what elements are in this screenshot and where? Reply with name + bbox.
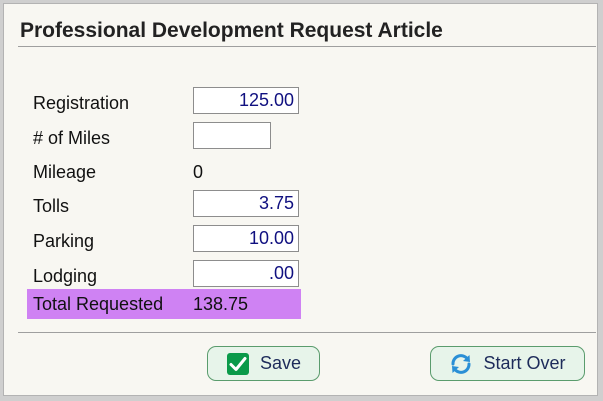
- refresh-icon: [451, 353, 471, 374]
- page-title: Professional Development Request Article: [20, 19, 443, 42]
- save-button-label: Save: [259, 353, 302, 373]
- parking-label: Parking: [33, 231, 95, 251]
- lodging-label: Lodging: [33, 266, 98, 286]
- miles-input[interactable]: [193, 122, 271, 149]
- checkmark-icon: [226, 352, 249, 375]
- registration-label: Registration: [33, 93, 130, 113]
- form-panel: Professional Development Request Article…: [3, 3, 598, 396]
- total-requested-row: Total Requested 138.75: [27, 289, 301, 319]
- title-divider: [18, 46, 596, 47]
- total-requested-value: 138.75: [193, 294, 249, 314]
- mileage-value: 0: [193, 162, 204, 182]
- footer-divider: [18, 332, 596, 333]
- mileage-label: Mileage: [33, 162, 97, 182]
- save-button[interactable]: Save: [207, 346, 320, 381]
- start-over-button[interactable]: Start Over: [430, 346, 585, 381]
- registration-input[interactable]: [193, 87, 299, 114]
- parking-input[interactable]: [193, 225, 299, 252]
- total-requested-label: Total Requested: [33, 294, 164, 314]
- lodging-input[interactable]: [193, 260, 299, 287]
- tolls-label: Tolls: [33, 196, 70, 216]
- tolls-input[interactable]: [193, 190, 299, 217]
- start-over-button-label: Start Over: [483, 353, 566, 373]
- miles-label: # of Miles: [33, 128, 111, 148]
